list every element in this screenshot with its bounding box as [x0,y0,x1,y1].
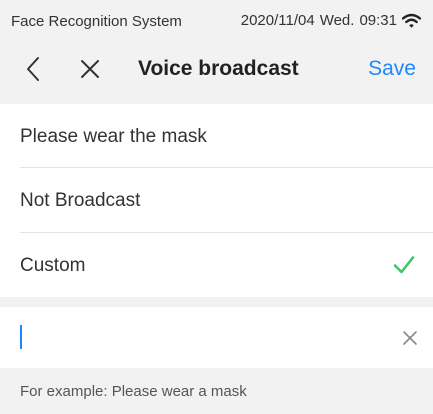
voice-broadcast-screen: Face Recognition System 2020/11/04 Wed. … [0,0,433,414]
status-bar: Face Recognition System 2020/11/04 Wed. … [0,0,433,38]
option-label: Not Broadcast [20,190,141,211]
chevron-left-icon [27,57,39,81]
broadcast-options-list: Please wear the mask Not Broadcast Custo… [0,104,433,297]
nav-header: Voice broadcast Save [0,38,433,98]
status-weekday: Wed. [319,12,355,29]
option-please-wear-the-mask[interactable]: Please wear the mask [0,104,433,168]
custom-text-input[interactable] [20,325,380,351]
app-name: Face Recognition System [11,13,182,30]
clear-input-button[interactable] [401,329,419,347]
option-label: Custom [20,255,86,276]
option-custom[interactable]: Custom [0,233,433,297]
page-title: Voice broadcast [138,57,299,80]
status-time: 09:31 [359,12,397,29]
status-date: 2020/11/04 [240,12,315,29]
close-icon [81,60,99,78]
wifi-icon [401,13,422,29]
custom-text-panel [0,307,433,368]
back-button[interactable] [19,55,47,83]
text-caret [20,325,22,349]
check-icon [393,256,415,274]
close-button[interactable] [76,55,104,83]
option-label: Please wear the mask [20,126,207,147]
example-hint: For example: Please wear a mask [20,383,247,400]
option-not-broadcast[interactable]: Not Broadcast [0,168,433,232]
save-button[interactable]: Save [368,56,416,82]
status-info: 2020/11/04 Wed. 09:31 [240,12,422,30]
